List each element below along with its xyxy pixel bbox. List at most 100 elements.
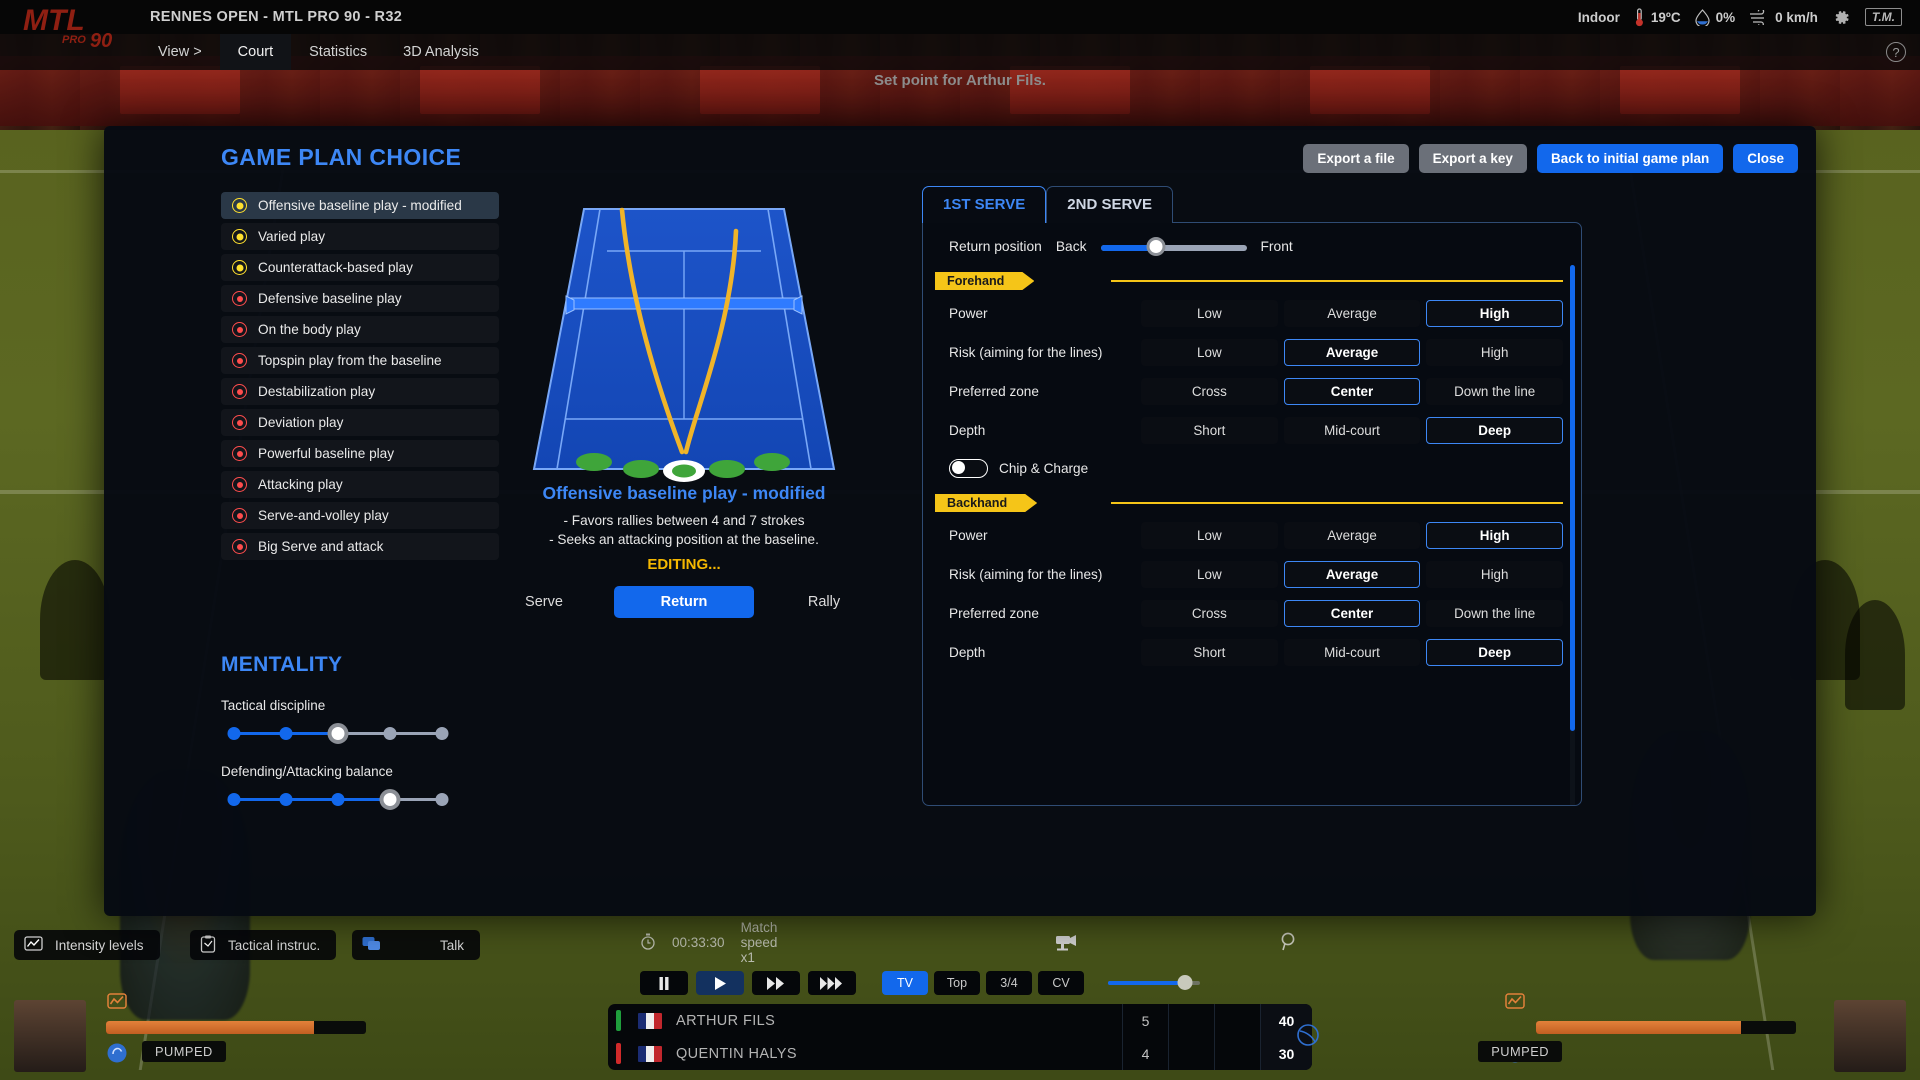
slider-step-dot[interactable] — [227, 793, 241, 806]
option-row-label: Risk (aiming for the lines) — [949, 567, 1103, 582]
close-button[interactable]: Close — [1733, 144, 1798, 173]
game-plan-item[interactable]: Topspin play from the baseline — [221, 347, 499, 374]
return-position-slider[interactable] — [1100, 236, 1247, 256]
option-button[interactable]: Low — [1141, 522, 1278, 549]
slider-step-dot[interactable] — [435, 727, 449, 740]
option-button[interactable]: Mid-court — [1283, 417, 1421, 444]
game-plan-item[interactable]: Big Serve and attack — [221, 533, 499, 560]
radio-red-icon[interactable] — [232, 446, 247, 461]
radio-red-icon[interactable] — [232, 291, 247, 306]
camera-tab-three-quarter[interactable]: 3/4 — [986, 971, 1032, 995]
defending-attacking-slider[interactable] — [227, 789, 449, 810]
phase-tab-rally[interactable]: Rally — [754, 586, 894, 618]
table-row: QUENTIN HALYS 4 30 — [608, 1037, 1312, 1070]
camera-tab-cv[interactable]: CV — [1038, 971, 1084, 995]
tab-1st-serve[interactable]: 1ST SERVE — [922, 186, 1047, 223]
phase-tab-return[interactable]: Return — [614, 586, 754, 618]
slider-step-dot[interactable] — [435, 793, 449, 806]
game-plan-item[interactable]: Attacking play — [221, 471, 499, 498]
option-button[interactable]: Center — [1283, 600, 1421, 627]
game-plan-item[interactable]: Powerful baseline play — [221, 440, 499, 467]
game-plan-item[interactable]: Defensive baseline play — [221, 285, 499, 312]
radio-red-icon[interactable] — [232, 508, 247, 523]
option-button[interactable]: Average — [1283, 300, 1421, 327]
option-button[interactable]: Short — [1141, 639, 1278, 666]
slider-step-dot[interactable] — [279, 727, 293, 740]
phase-tab-serve[interactable]: Serve — [474, 586, 614, 618]
tactical-discipline-slider[interactable] — [227, 723, 449, 744]
game-plan-item[interactable]: Destabilization play — [221, 378, 499, 405]
talk-button[interactable]: Talk — [352, 930, 480, 960]
radio-red-icon[interactable] — [232, 353, 247, 368]
gear-icon[interactable] — [1832, 8, 1851, 27]
help-icon[interactable]: ? — [1886, 42, 1906, 62]
zoom-handle[interactable] — [1177, 975, 1193, 990]
option-button[interactable]: Down the line — [1426, 378, 1564, 405]
option-button[interactable]: Low — [1141, 339, 1278, 366]
option-button[interactable]: Center — [1283, 378, 1421, 405]
chip-and-charge-toggle[interactable] — [949, 458, 988, 478]
radio-yellow-icon[interactable] — [232, 198, 247, 213]
back-to-initial-game-plan-button[interactable]: Back to initial game plan — [1536, 144, 1724, 173]
option-button[interactable]: Down the line — [1426, 600, 1564, 627]
game-plan-item[interactable]: Serve-and-volley play — [221, 502, 499, 529]
radio-red-icon[interactable] — [232, 384, 247, 399]
intensity-levels-button[interactable]: Intensity levels — [14, 930, 160, 960]
game-plan-item[interactable]: Varied play — [221, 223, 499, 250]
radio-red-icon[interactable] — [232, 539, 247, 554]
game-plan-item[interactable]: Deviation play — [221, 409, 499, 436]
option-button[interactable]: Average — [1283, 561, 1421, 588]
option-button[interactable]: Short — [1141, 417, 1278, 444]
radio-yellow-icon[interactable] — [232, 229, 247, 244]
option-button[interactable]: Low — [1141, 561, 1278, 588]
option-button[interactable]: Low — [1141, 300, 1278, 327]
game-plan-item[interactable]: Offensive baseline play - modified — [221, 192, 499, 219]
option-button[interactable]: High — [1426, 300, 1564, 327]
panel-scrollbar[interactable] — [1570, 265, 1575, 805]
camera-tab-top[interactable]: Top — [934, 971, 980, 995]
radio-red-icon[interactable] — [232, 415, 247, 430]
nav-item-view[interactable]: View > — [140, 34, 220, 70]
pause-button[interactable] — [640, 971, 688, 995]
export-key-button[interactable]: Export a key — [1418, 144, 1527, 173]
very-fast-forward-button[interactable] — [808, 971, 856, 995]
slider-handle[interactable] — [379, 789, 401, 810]
game-plan-item[interactable]: Counterattack-based play — [221, 254, 499, 281]
camera-tab-tv[interactable]: TV — [882, 971, 928, 995]
play-button[interactable] — [696, 971, 744, 995]
option-button[interactable]: Average — [1283, 339, 1421, 366]
nav-item-3d-analysis[interactable]: 3D Analysis — [385, 34, 497, 70]
option-button[interactable]: High — [1426, 522, 1564, 549]
option-button[interactable]: Deep — [1426, 417, 1564, 444]
search-icon[interactable] — [1280, 932, 1297, 954]
option-button[interactable]: Cross — [1141, 600, 1278, 627]
option-button[interactable]: Cross — [1141, 378, 1278, 405]
nav-item-statistics[interactable]: Statistics — [291, 34, 385, 70]
nav-item-court[interactable]: Court — [219, 34, 292, 70]
tab-2nd-serve[interactable]: 2ND SERVE — [1046, 186, 1174, 223]
slider-handle[interactable] — [1146, 236, 1166, 256]
option-button[interactable]: Mid-court — [1283, 639, 1421, 666]
fast-forward-button[interactable] — [752, 971, 800, 995]
slider-step-dot[interactable] — [279, 793, 293, 806]
scoreboard: ARTHUR FILS 5 40 QUENTIN HALYS 4 30 — [608, 1004, 1312, 1070]
zoom-slider[interactable] — [1108, 975, 1200, 990]
option-button[interactable]: Average — [1283, 522, 1421, 549]
slider-step-dot[interactable] — [383, 727, 397, 740]
option-row: Preferred zone Cross Center Down the line — [923, 372, 1581, 411]
tactical-instructions-button[interactable]: Tactical instruc. — [190, 930, 337, 960]
option-button[interactable]: High — [1426, 561, 1564, 588]
slider-step-dot[interactable] — [227, 727, 241, 740]
option-button[interactable]: Deep — [1426, 639, 1564, 666]
scrollbar-thumb[interactable] — [1570, 265, 1575, 731]
radio-red-icon[interactable] — [232, 477, 247, 492]
option-row-label: Preferred zone — [949, 606, 1039, 621]
slider-handle[interactable] — [327, 723, 349, 744]
export-file-button[interactable]: Export a file — [1303, 144, 1409, 173]
game-plan-item[interactable]: On the body play — [221, 316, 499, 343]
option-button[interactable]: High — [1426, 339, 1564, 366]
slider-step-dot[interactable] — [331, 793, 345, 806]
radio-yellow-icon[interactable] — [232, 260, 247, 275]
radio-red-icon[interactable] — [232, 322, 247, 337]
camera-icon[interactable] — [1053, 931, 1079, 954]
